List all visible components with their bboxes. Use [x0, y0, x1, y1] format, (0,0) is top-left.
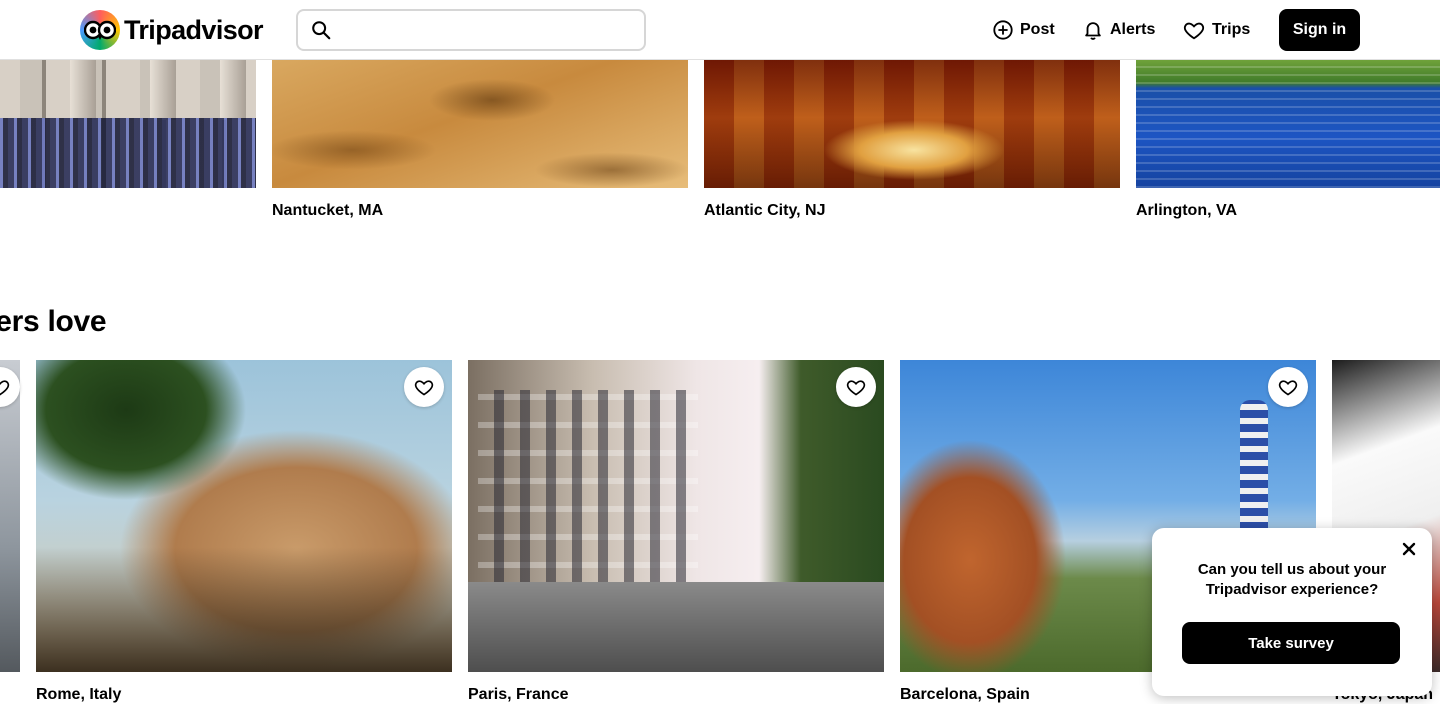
destination-image[interactable] [0, 360, 20, 672]
destination-image-atlantic-city[interactable] [704, 60, 1120, 188]
destination-image-rome[interactable] [36, 360, 452, 672]
heart-icon [846, 380, 866, 396]
header: Tripadvisor Post Alerts Trips Sign in [0, 0, 1440, 60]
destination-label-barcelona[interactable]: Barcelona, Spain [900, 686, 1030, 704]
destination-image-paris[interactable] [468, 360, 884, 672]
save-barcelona-button[interactable] [1268, 367, 1308, 407]
destination-label-atlantic-city[interactable]: Atlantic City, NJ [704, 202, 826, 220]
heart-icon [1183, 22, 1205, 40]
survey-question: Can you tell us about your Tripadvisor e… [1197, 561, 1387, 598]
heart-icon [414, 380, 434, 396]
section-title: Top destinations travelers love [0, 305, 107, 338]
page: Nantucket, MA Atlantic City, NJ Arlingto… [0, 0, 1440, 704]
logo[interactable]: Tripadvisor [80, 10, 264, 50]
sign-in-button[interactable]: Sign in [1279, 9, 1360, 51]
nav-post[interactable]: Post [992, 9, 1055, 51]
destination-image-arlington[interactable] [1136, 60, 1440, 188]
destination-label-paris[interactable]: Paris, France [468, 686, 569, 704]
save-paris-button[interactable] [836, 367, 876, 407]
logo-text: Tripadvisor [124, 14, 264, 45]
take-survey-button[interactable]: Take survey [1182, 622, 1400, 664]
nav-alerts-label: Alerts [1110, 21, 1156, 38]
destination-image-nantucket[interactable] [272, 60, 688, 188]
survey-popup: Can you tell us about your Tripadvisor e… [1152, 528, 1432, 696]
plus-circle-icon [993, 20, 1013, 40]
search-input[interactable] [342, 21, 632, 39]
nav-trips-label: Trips [1212, 21, 1251, 38]
destination-label-rome[interactable]: Rome, Italy [36, 686, 121, 704]
heart-icon [1278, 380, 1298, 396]
search-box[interactable] [296, 9, 646, 51]
destination-image[interactable] [0, 60, 256, 188]
heart-icon [0, 380, 10, 396]
destination-label-nantucket[interactable]: Nantucket, MA [272, 202, 383, 220]
close-icon[interactable] [1400, 540, 1418, 558]
destination-label-arlington[interactable]: Arlington, VA [1136, 202, 1237, 220]
nav-post-label: Post [1020, 21, 1055, 38]
owl-logo-icon [80, 10, 120, 50]
bell-icon [1085, 22, 1101, 40]
save-rome-button[interactable] [404, 367, 444, 407]
nav-trips[interactable]: Trips [1182, 9, 1250, 51]
search-icon [312, 21, 331, 40]
nav-alerts[interactable]: Alerts [1082, 9, 1155, 51]
